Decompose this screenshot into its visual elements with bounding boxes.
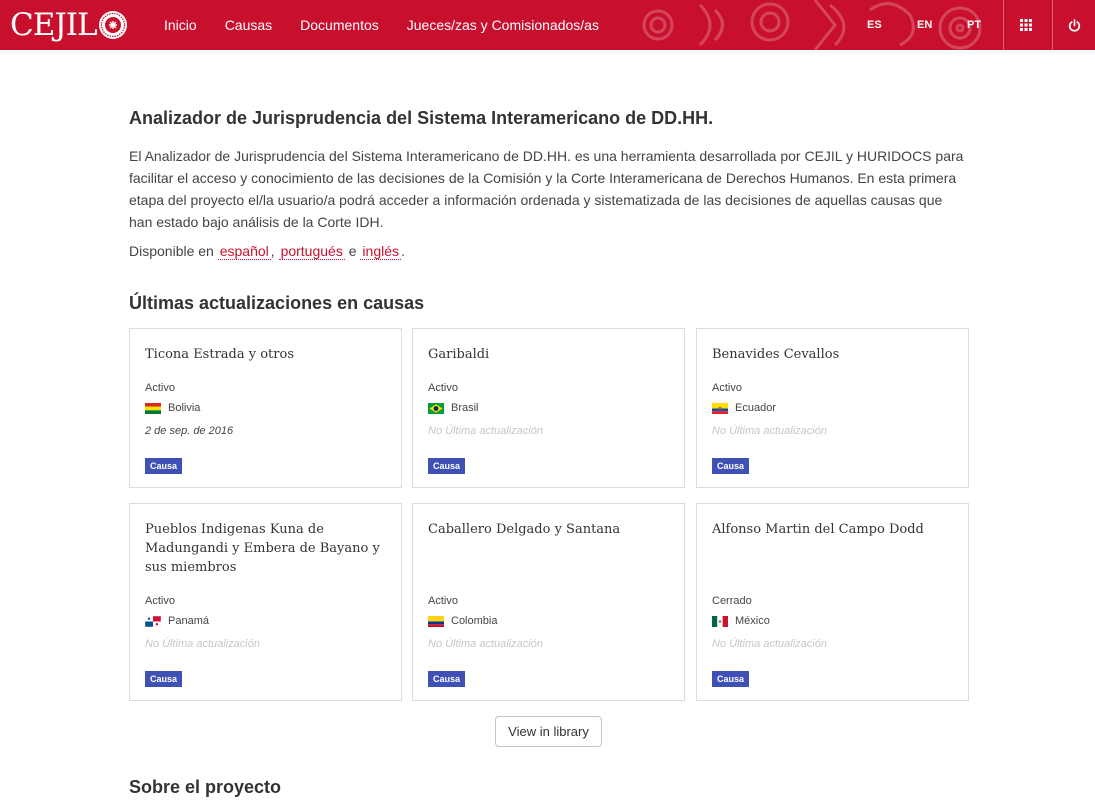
case-title[interactable]: Ticona Estrada y otros — [145, 345, 385, 364]
case-country: Bolivia — [145, 402, 200, 414]
link-spanish[interactable]: español — [217, 243, 271, 260]
case-country: México — [712, 615, 770, 627]
lang-pt-button[interactable]: PT — [967, 0, 981, 50]
country-name: Ecuador — [735, 402, 776, 414]
logo-text: CEJIL — [10, 7, 98, 43]
lang-en-button[interactable]: EN — [917, 0, 932, 50]
case-type-badge: Causa — [712, 458, 750, 474]
link-portuguese[interactable]: portugués — [278, 243, 345, 260]
case-date: No Última actualización — [428, 638, 543, 650]
bolivia-flag-icon — [145, 402, 161, 414]
page-title: Analizador de Jurisprudencia del Sistema… — [129, 108, 714, 128]
case-country: Colombia — [428, 615, 497, 627]
case-title[interactable]: Caballero Delgado y Santana — [428, 520, 668, 539]
case-status: Activo — [428, 595, 458, 607]
case-type-badge: Causa — [712, 671, 750, 687]
nav-inicio[interactable]: Inicio — [150, 0, 211, 50]
case-card[interactable]: Benavides Cevallos Activo Ecuador No Últ… — [696, 328, 969, 488]
seal-icon — [98, 11, 127, 39]
case-title[interactable]: Benavides Cevallos — [712, 345, 952, 364]
case-type-badge: Causa — [428, 458, 466, 474]
case-card[interactable]: Alfonso Martin del Campo Dodd Cerrado Mé… — [696, 503, 969, 701]
panama-flag-icon — [145, 615, 161, 627]
link-english[interactable]: inglés — [360, 243, 402, 260]
cejil-logo[interactable]: CEJIL — [10, 6, 128, 44]
separator-and: e — [348, 243, 357, 259]
separator-comma: , — [270, 243, 275, 259]
case-status: Activo — [428, 382, 458, 394]
case-date: 2 de sep. de 2016 — [145, 425, 234, 437]
lang-es-button[interactable]: ES — [867, 0, 882, 50]
case-card[interactable]: Caballero Delgado y Santana Activo Colom… — [412, 503, 685, 701]
case-type-badge: Causa — [145, 671, 183, 687]
about-section-title: Sobre el proyecto — [129, 777, 282, 797]
case-country: Brasil — [428, 402, 479, 414]
country-name: Brasil — [451, 402, 479, 414]
country-name: Colombia — [451, 615, 498, 627]
grid-icon — [1019, 19, 1032, 31]
available-languages: Disponible en español, portugués e inglé… — [129, 243, 405, 260]
case-title[interactable]: Pueblos Indigenas Kuna de Madungandi y E… — [145, 520, 385, 577]
case-type-badge: Causa — [428, 671, 466, 687]
country-name: México — [735, 615, 770, 627]
country-name: Bolivia — [168, 402, 201, 414]
case-country: Ecuador — [712, 402, 776, 414]
power-icon — [1068, 18, 1081, 32]
colombia-flag-icon — [428, 615, 444, 627]
case-status: Activo — [145, 595, 175, 607]
case-date: No Última actualización — [428, 425, 543, 437]
main-nav: Inicio Causas Documentos Jueces/zas y Co… — [150, 0, 613, 50]
updates-section-title: Últimas actualizaciones en causas — [129, 293, 425, 313]
case-status: Cerrado — [712, 595, 752, 607]
case-status: Activo — [712, 382, 742, 394]
decorative-pattern — [642, 0, 982, 50]
top-navbar: CEJIL Inicio Causas Documentos Jueces/za… — [0, 0, 1095, 50]
available-label: Disponible en — [129, 243, 214, 259]
case-title[interactable]: Garibaldi — [428, 345, 668, 364]
case-date: No Última actualización — [145, 638, 260, 650]
case-card[interactable]: Pueblos Indigenas Kuna de Madungandi y E… — [129, 503, 402, 701]
case-title[interactable]: Alfonso Martin del Campo Dodd — [712, 520, 952, 539]
nav-documentos[interactable]: Documentos — [286, 0, 393, 50]
brazil-flag-icon — [428, 402, 444, 414]
nav-jueces[interactable]: Jueces/zas y Comisionados/as — [393, 0, 613, 50]
case-card[interactable]: Garibaldi Activo Brasil No Última actual… — [412, 328, 685, 488]
apps-menu-button[interactable] — [1003, 0, 1047, 50]
case-country: Panamá — [145, 615, 209, 627]
mexico-flag-icon — [712, 615, 728, 627]
logout-button[interactable] — [1052, 0, 1095, 50]
separator-period: . — [401, 243, 405, 259]
view-in-library-button[interactable]: View in library — [495, 716, 602, 747]
nav-causas[interactable]: Causas — [211, 0, 286, 50]
case-status: Activo — [145, 382, 175, 394]
country-name: Panamá — [168, 615, 209, 627]
case-date: No Última actualización — [712, 638, 827, 650]
case-type-badge: Causa — [145, 458, 183, 474]
case-card[interactable]: Ticona Estrada y otros Activo Bolivia 2 … — [129, 328, 402, 488]
ecuador-flag-icon — [712, 402, 728, 414]
case-date: No Última actualización — [712, 425, 827, 437]
intro-paragraph: El Analizador de Jurisprudencia del Sist… — [129, 148, 964, 230]
